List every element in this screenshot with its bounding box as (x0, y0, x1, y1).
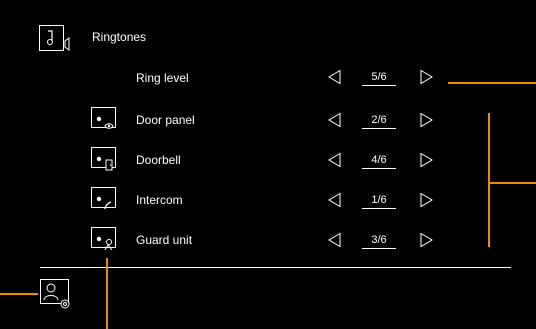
callout-line-items-vertical (488, 113, 490, 247)
callout-line-icons (106, 258, 108, 329)
item-decrease-button[interactable] (327, 192, 343, 208)
item-value: 2/6 (362, 114, 396, 129)
user-settings-icon[interactable] (40, 279, 74, 311)
item-label: Intercom (136, 193, 183, 207)
guard-unit-person-icon (91, 227, 123, 255)
callout-line-items-horizontal (488, 182, 536, 184)
doorbell-door-icon (91, 147, 123, 175)
item-value: 4/6 (362, 154, 396, 169)
ring-level-decrease-button[interactable] (327, 69, 343, 85)
item-label: Doorbell (136, 153, 181, 167)
intercom-handset-icon (91, 187, 123, 215)
item-increase-button[interactable] (418, 192, 434, 208)
item-decrease-button[interactable] (327, 232, 343, 248)
callout-line-settings (0, 293, 38, 295)
ring-level-label: Ring level (136, 71, 189, 85)
page-title: Ringtones (92, 30, 147, 44)
item-decrease-button[interactable] (327, 112, 343, 128)
item-increase-button[interactable] (418, 232, 434, 248)
callout-line-ring-level (448, 82, 536, 84)
door-panel-eye-icon (91, 107, 123, 135)
item-label: Guard unit (136, 233, 193, 247)
ring-level-value: 5/6 (362, 71, 396, 86)
item-value: 1/6 (362, 194, 396, 209)
item-value: 3/6 (362, 234, 396, 249)
divider (40, 267, 511, 268)
item-label: Door panel (136, 113, 195, 127)
item-increase-button[interactable] (418, 152, 434, 168)
ringtones-icon (39, 25, 73, 55)
item-decrease-button[interactable] (327, 152, 343, 168)
ring-level-increase-button[interactable] (418, 69, 434, 85)
item-increase-button[interactable] (418, 112, 434, 128)
